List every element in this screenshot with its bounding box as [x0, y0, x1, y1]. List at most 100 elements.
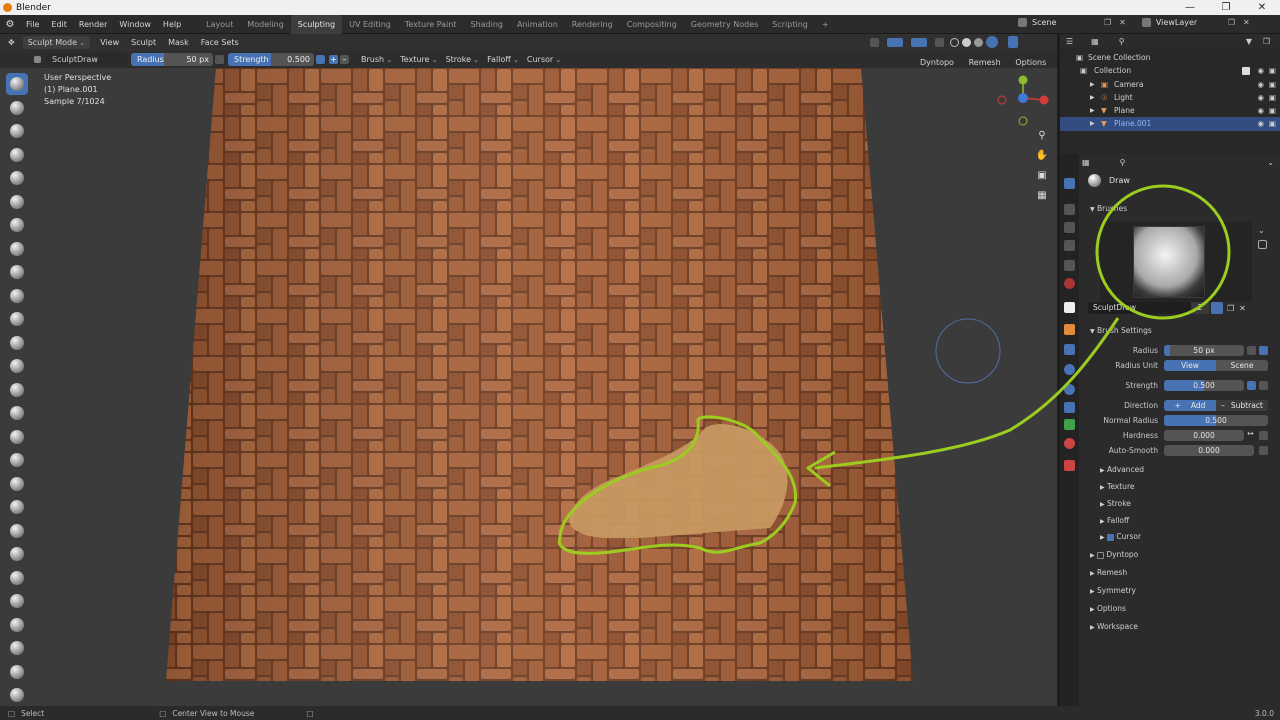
brush-thumbnail[interactable]: [1133, 226, 1205, 298]
tab-scripting[interactable]: Scripting: [765, 15, 815, 34]
delete-layer-icon[interactable]: ✕: [1243, 18, 1250, 27]
tab-animation[interactable]: Animation: [510, 15, 565, 34]
eye-icon[interactable]: ◉: [1257, 104, 1264, 117]
wireframe-shading-icon[interactable]: [950, 37, 959, 47]
clay-thumb-tool[interactable]: [6, 167, 28, 189]
subpanel-texture[interactable]: ▶ Texture: [1100, 482, 1134, 491]
outliner-collection[interactable]: ▣ Collection ◉ ▣: [1060, 64, 1280, 77]
radius-pressure-prop-icon[interactable]: [1247, 346, 1256, 355]
subtract-direction-icon[interactable]: –: [340, 55, 349, 64]
minimize-icon[interactable]: —: [1172, 0, 1208, 15]
hardness-field[interactable]: 0.000: [1164, 430, 1244, 441]
solid-shading-icon[interactable]: [962, 37, 971, 47]
render-icon[interactable]: ▣: [1269, 117, 1276, 130]
crease-tool[interactable]: [6, 261, 28, 283]
multiplane-scrape-tool[interactable]: [6, 379, 28, 401]
panel-dyntopo[interactable]: ▶ Dyntopo: [1090, 550, 1138, 559]
boundary-tool[interactable]: [6, 614, 28, 636]
panel-symmetry[interactable]: ▶ Symmetry: [1090, 586, 1136, 595]
unlink-brush-icon[interactable]: ✕: [1239, 304, 1246, 313]
copy-layer-icon[interactable]: ❐: [1228, 18, 1235, 27]
render-icon[interactable]: ▣: [1269, 64, 1276, 77]
tool-tab-icon[interactable]: [1064, 178, 1075, 189]
collection-tab-icon[interactable]: [1064, 302, 1075, 313]
world-tab-icon[interactable]: [1064, 278, 1075, 289]
material-shading-icon[interactable]: [974, 37, 983, 47]
menu-help[interactable]: Help: [157, 15, 187, 34]
tab-modeling[interactable]: Modeling: [240, 15, 290, 34]
smooth-tool[interactable]: [6, 285, 28, 307]
xray-icon[interactable]: [935, 37, 944, 47]
expand-icon[interactable]: ▶: [1090, 78, 1095, 91]
falloff-dropdown[interactable]: Falloff: [483, 50, 523, 70]
outliner-scene-collection[interactable]: ▣ Scene Collection: [1060, 51, 1280, 64]
viewport-canvas[interactable]: [0, 68, 1057, 706]
brush-name-input[interactable]: SculptDraw: [1088, 302, 1191, 314]
tab-sculpting[interactable]: Sculpting: [290, 14, 343, 34]
view-layer-tab-icon[interactable]: [1064, 240, 1075, 251]
scene-name[interactable]: Scene: [1032, 18, 1104, 27]
particles-tab-icon[interactable]: [1064, 364, 1075, 375]
dyntopo-checkbox-prop[interactable]: [1097, 551, 1105, 559]
tab-geometry-nodes[interactable]: Geometry Nodes: [684, 15, 765, 34]
autosmooth-field[interactable]: 0.000: [1164, 445, 1254, 456]
nudge-tool[interactable]: [6, 543, 28, 565]
elastic-deform-tool[interactable]: [6, 449, 28, 471]
menu-mask[interactable]: Mask: [162, 33, 195, 52]
menu-view[interactable]: View: [94, 33, 125, 52]
menu-sculpt[interactable]: Sculpt: [125, 33, 162, 52]
slide-relax-tool[interactable]: [6, 590, 28, 612]
expand-icon[interactable]: ▶: [1090, 104, 1095, 117]
cursor-checkbox[interactable]: [1107, 533, 1115, 541]
fake-user-icon[interactable]: [1211, 302, 1223, 314]
subpanel-cursor[interactable]: ▶ Cursor: [1100, 532, 1141, 541]
eye-icon[interactable]: ◉: [1257, 91, 1264, 104]
fill-tool[interactable]: [6, 332, 28, 354]
3d-viewport[interactable]: User Perspective (1) Plane.001 Sample 7/…: [0, 68, 1057, 706]
normal-radius-field[interactable]: 0.500: [1164, 415, 1268, 426]
render-icon[interactable]: ▣: [1269, 104, 1276, 117]
properties-search-icon[interactable]: ⚲: [1120, 158, 1126, 167]
properties-editor-icon[interactable]: ▦: [1082, 158, 1090, 167]
new-collection-icon[interactable]: ❐: [1263, 37, 1270, 46]
thumb-tool[interactable]: [6, 496, 28, 518]
tab-texture-paint[interactable]: Texture Paint: [398, 15, 464, 34]
radius-slider[interactable]: Radius 50 px: [131, 53, 213, 66]
ortho-grid-icon[interactable]: ▦: [1034, 190, 1050, 210]
radius-pressure-icon[interactable]: [215, 55, 224, 64]
panel-workspace[interactable]: ▶ Workspace: [1090, 622, 1138, 631]
object-tab-icon[interactable]: [1064, 324, 1075, 335]
display-mode-icon[interactable]: ▦: [1091, 37, 1099, 46]
brush-dropdown[interactable]: Brush: [357, 50, 396, 70]
hardness-invert-icon[interactable]: ↔: [1247, 429, 1254, 438]
scene-tab-icon[interactable]: [1064, 260, 1075, 271]
eye-icon[interactable]: ◉: [1257, 78, 1264, 91]
copy-scene-icon[interactable]: ❐: [1104, 18, 1111, 27]
pinch-tool[interactable]: [6, 402, 28, 424]
menu-face-sets[interactable]: Face Sets: [195, 33, 245, 52]
subpanel-advanced[interactable]: ▶ Advanced: [1100, 465, 1144, 474]
blob-tool[interactable]: [6, 238, 28, 260]
radius-curve-prop-icon[interactable]: [1259, 346, 1268, 355]
clay-strips-tool[interactable]: [6, 144, 28, 166]
rendered-shading-icon[interactable]: [986, 36, 998, 48]
outliner-item-plane[interactable]: ▶ ▼ Plane ◉ ▣: [1060, 104, 1280, 117]
zoom-icon[interactable]: ⚲: [1034, 130, 1050, 150]
outliner-editor-icon[interactable]: ☰: [1066, 37, 1073, 46]
expand-icon[interactable]: ▶: [1090, 117, 1095, 130]
brush-users-count[interactable]: 2: [1191, 302, 1209, 314]
view-layer-icon[interactable]: [1141, 18, 1151, 27]
constraints-tab-icon[interactable]: [1064, 402, 1075, 413]
tab-uv-editing[interactable]: UV Editing: [342, 15, 398, 34]
menu-edit[interactable]: Edit: [45, 15, 73, 34]
brush-name-field[interactable]: SculptDraw: [47, 53, 127, 66]
scene-icon[interactable]: [1018, 18, 1027, 27]
brush-preview-icon[interactable]: [34, 56, 41, 63]
menu-render[interactable]: Render: [73, 15, 113, 34]
inflate-tool[interactable]: [6, 214, 28, 236]
blender-menu-icon[interactable]: ⚙: [0, 19, 20, 30]
radius-unit-view-button[interactable]: View: [1164, 360, 1216, 371]
physics-tab-icon[interactable]: [1064, 384, 1075, 395]
outliner-item-camera[interactable]: ▶ ▣ Camera ◉ ▣: [1060, 78, 1280, 91]
output-tab-icon[interactable]: [1064, 222, 1075, 233]
